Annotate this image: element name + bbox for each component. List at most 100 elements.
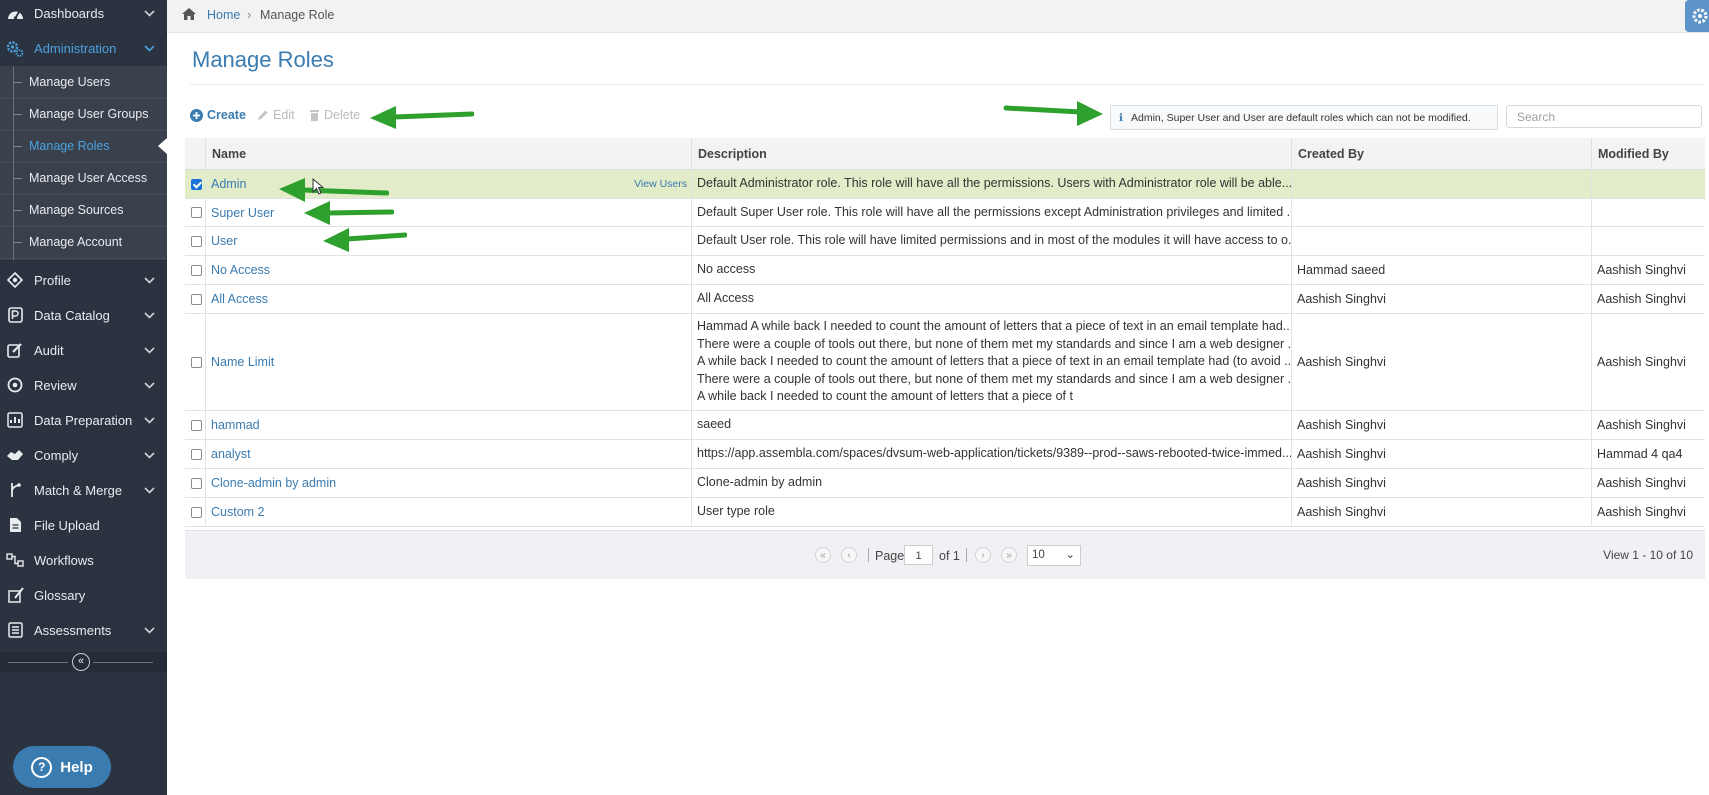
modified-by-cell: Aashish Singhvi bbox=[1597, 292, 1686, 306]
role-name-link[interactable]: hammad bbox=[211, 418, 260, 432]
question-icon: ? bbox=[31, 756, 53, 778]
breadcrumb-home-link[interactable]: Home bbox=[207, 8, 240, 22]
chevron-down-icon bbox=[144, 623, 155, 637]
description-line: Default Administrator role. This role wi… bbox=[697, 176, 1292, 191]
submenu-manage-roles[interactable]: Manage Roles bbox=[0, 130, 167, 163]
row-checkbox[interactable] bbox=[191, 419, 202, 431]
tree-dash bbox=[14, 177, 22, 179]
description-line: A while back I needed to count the amoun… bbox=[697, 354, 1292, 369]
nav-assessments[interactable]: Assessments bbox=[0, 613, 167, 647]
row-checkbox[interactable] bbox=[191, 264, 202, 276]
role-name-link[interactable]: Super User bbox=[211, 206, 274, 220]
row-checkbox[interactable] bbox=[191, 178, 202, 190]
annotation-arrow-left bbox=[304, 201, 394, 225]
role-name-link[interactable]: Clone-admin by admin bbox=[211, 476, 336, 490]
row-checkbox[interactable] bbox=[191, 448, 202, 460]
role-name-link[interactable]: Custom 2 bbox=[211, 505, 265, 519]
table-row[interactable]: Clone-admin by admin Clone-admin by admin… bbox=[185, 469, 1705, 498]
role-name-link[interactable]: Admin bbox=[211, 177, 246, 191]
nav-label: Match & Merge bbox=[34, 482, 123, 498]
nav-audit[interactable]: Audit bbox=[0, 333, 167, 367]
tree-dash bbox=[14, 81, 22, 83]
description-cell: Hammad A while back I needed to count th… bbox=[692, 314, 1292, 410]
created-by-cell bbox=[1292, 170, 1592, 198]
settings-tab[interactable] bbox=[1685, 0, 1709, 32]
row-checkbox[interactable] bbox=[191, 293, 202, 305]
role-name-link[interactable]: User bbox=[211, 234, 237, 248]
table-row[interactable]: User Default User role. This role will ha… bbox=[185, 227, 1705, 256]
description-cell: No access bbox=[692, 256, 1292, 284]
table-row[interactable]: Custom 2 User type role Aashish Singhvi Aas… bbox=[185, 498, 1705, 527]
review-icon bbox=[6, 376, 24, 394]
column-header-description[interactable]: Description bbox=[692, 138, 1292, 170]
prev-page-button[interactable]: ‹ bbox=[841, 547, 857, 563]
row-select-cell bbox=[185, 469, 206, 497]
nav-file-upload[interactable]: File Upload bbox=[0, 508, 167, 542]
nav-glossary[interactable]: Glossary bbox=[0, 578, 167, 612]
created-by-cell: Aashish Singhvi bbox=[1292, 469, 1592, 497]
table-row[interactable]: All Access All Access Aashish Singhvi Aashi… bbox=[185, 285, 1705, 314]
nav-comply[interactable]: Comply bbox=[0, 438, 167, 472]
nav-profile[interactable]: Profile bbox=[0, 263, 167, 297]
administration-submenu: Manage Users Manage User Groups Manage R… bbox=[0, 66, 167, 260]
created-by-cell bbox=[1292, 227, 1592, 255]
submenu-manage-sources[interactable]: Manage Sources bbox=[0, 194, 167, 227]
row-checkbox[interactable] bbox=[191, 207, 202, 218]
nav-data-catalog[interactable]: Data Catalog bbox=[0, 298, 167, 332]
nav-dashboards[interactable]: Dashboards bbox=[0, 0, 167, 30]
comply-icon bbox=[6, 446, 24, 464]
submenu-manage-user-access[interactable]: Manage User Access bbox=[0, 162, 167, 195]
chevron-down-icon bbox=[144, 378, 155, 392]
next-page-button[interactable]: › bbox=[975, 547, 991, 563]
gear-icon bbox=[1685, 8, 1709, 35]
row-checkbox[interactable] bbox=[191, 356, 202, 368]
table-row[interactable]: No Access No access Hammad saeed Aashish Si… bbox=[185, 256, 1705, 285]
created-by-cell: Hammad saeed bbox=[1292, 256, 1592, 284]
column-header-name[interactable]: Name bbox=[206, 138, 692, 170]
role-name-link[interactable]: All Access bbox=[211, 292, 268, 306]
breadcrumb-separator: › bbox=[247, 7, 252, 22]
submenu-manage-user-groups[interactable]: Manage User Groups bbox=[0, 98, 167, 131]
column-header-modified-by[interactable]: Modified By bbox=[1592, 138, 1705, 170]
search-input[interactable] bbox=[1506, 105, 1702, 128]
rows-per-page-select[interactable]: 10 ⌄ bbox=[1027, 545, 1081, 566]
tree-line bbox=[13, 66, 14, 260]
description-line: No access bbox=[697, 262, 756, 277]
column-header-created-by[interactable]: Created By bbox=[1292, 138, 1592, 170]
delete-button[interactable]: Delete bbox=[309, 108, 360, 122]
page-number-input[interactable]: 1 bbox=[904, 545, 933, 565]
row-checkbox[interactable] bbox=[191, 477, 202, 489]
table-row[interactable]: analyst https://app.assembla.com/spaces/d… bbox=[185, 440, 1705, 469]
help-button[interactable]: ? Help bbox=[13, 746, 111, 788]
table-row[interactable]: Admin View Users Default Administrator rol… bbox=[185, 170, 1705, 199]
description-line: A while back I needed to count the amoun… bbox=[697, 389, 1073, 404]
edit-label: Edit bbox=[273, 108, 295, 122]
view-users-link[interactable]: View Users bbox=[634, 178, 687, 190]
nav-review[interactable]: Review bbox=[0, 368, 167, 402]
role-name-link[interactable]: No Access bbox=[211, 263, 270, 277]
modified-by-cell bbox=[1592, 199, 1705, 226]
description-cell: All Access bbox=[692, 285, 1292, 313]
description-text: User type role bbox=[697, 503, 775, 521]
submenu-manage-account[interactable]: Manage Account bbox=[0, 226, 167, 259]
role-name-link[interactable]: Name Limit bbox=[211, 355, 274, 369]
edit-button[interactable]: Edit bbox=[256, 108, 295, 122]
nav-match-merge[interactable]: Match & Merge bbox=[0, 473, 167, 507]
role-name-cell: No Access bbox=[206, 256, 692, 284]
submenu-manage-users[interactable]: Manage Users bbox=[0, 66, 167, 99]
role-name-link[interactable]: analyst bbox=[211, 447, 251, 461]
nav-administration[interactable]: Administration bbox=[0, 31, 167, 65]
row-checkbox[interactable] bbox=[191, 506, 202, 518]
table-row[interactable]: hammad saeed Aashish Singhvi Aashish Singhv… bbox=[185, 411, 1705, 440]
nav-workflows[interactable]: Workflows bbox=[0, 543, 167, 577]
description-text: https://app.assembla.com/spaces/dvsum-we… bbox=[697, 445, 1291, 463]
nav-data-preparation[interactable]: Data Preparation bbox=[0, 403, 167, 437]
last-page-button[interactable]: » bbox=[1001, 547, 1017, 563]
home-icon[interactable] bbox=[181, 7, 197, 24]
collapse-sidebar-button[interactable]: « bbox=[72, 653, 90, 671]
table-row[interactable]: Super User Default Super User role. This … bbox=[185, 199, 1705, 227]
table-row[interactable]: Name Limit Hammad A while back I needed t… bbox=[185, 314, 1705, 411]
first-page-button[interactable]: « bbox=[815, 547, 831, 563]
row-checkbox[interactable] bbox=[191, 235, 202, 247]
create-button[interactable]: Create bbox=[190, 108, 246, 122]
